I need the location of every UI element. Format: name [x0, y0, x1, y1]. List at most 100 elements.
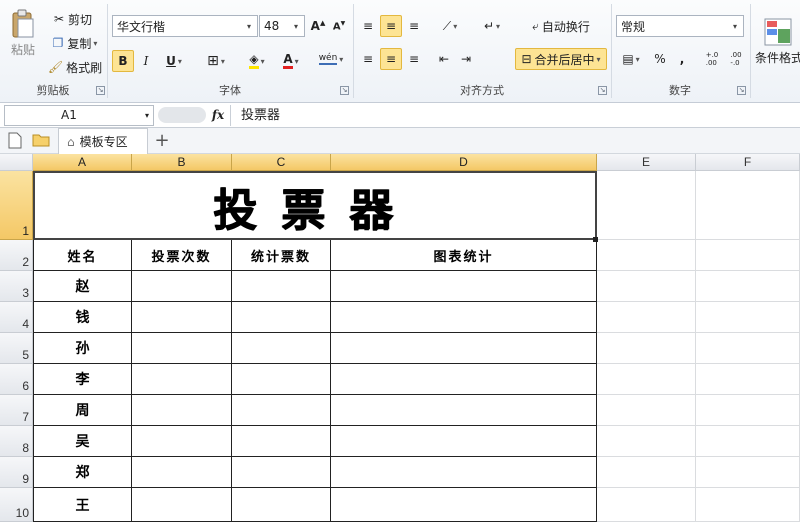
- insert-function-button[interactable]: fx: [208, 106, 228, 125]
- data-cell[interactable]: [232, 395, 331, 426]
- row-header-6[interactable]: 6: [0, 364, 33, 395]
- dialog-launcher-icon[interactable]: ↘: [737, 86, 746, 95]
- borders-button[interactable]: ⊞ ▾: [200, 50, 232, 72]
- name-cell[interactable]: 赵: [33, 271, 132, 302]
- grid-cell[interactable]: [696, 426, 800, 457]
- name-cell[interactable]: 郑: [33, 457, 132, 488]
- data-cell[interactable]: [331, 395, 597, 426]
- grid-cell[interactable]: [597, 171, 696, 240]
- select-all-corner[interactable]: [0, 154, 33, 171]
- merge-center-button[interactable]: ⊟ 合并后居中 ▾: [515, 48, 607, 70]
- paste-button[interactable]: 粘贴: [4, 4, 42, 62]
- data-cell[interactable]: [331, 302, 597, 333]
- font-name-combo[interactable]: 华文行楷 ▾: [112, 15, 258, 37]
- column-header-c[interactable]: C: [232, 154, 331, 171]
- column-title-cell[interactable]: 图表统计: [331, 240, 597, 271]
- data-cell[interactable]: [232, 302, 331, 333]
- data-cell[interactable]: [331, 364, 597, 395]
- tab-template-zone[interactable]: ⌂ 模板专区: [58, 128, 148, 154]
- name-cell[interactable]: 王: [33, 488, 132, 522]
- grid-cell[interactable]: [597, 457, 696, 488]
- italic-button[interactable]: I: [136, 50, 156, 72]
- row-header-2[interactable]: 2: [0, 240, 33, 271]
- grid-cell[interactable]: [696, 457, 800, 488]
- data-cell[interactable]: [232, 488, 331, 522]
- grid-cell[interactable]: [597, 488, 696, 522]
- fill-handle[interactable]: [593, 237, 598, 242]
- percent-button[interactable]: %: [650, 48, 670, 70]
- grid-cell[interactable]: [696, 171, 800, 240]
- column-title-cell[interactable]: 统计票数: [232, 240, 331, 271]
- formula-input[interactable]: 投票器: [230, 105, 796, 126]
- dialog-launcher-icon[interactable]: ↘: [598, 86, 607, 95]
- dialog-launcher-icon[interactable]: ↘: [340, 86, 349, 95]
- row-header-4[interactable]: 4: [0, 302, 33, 333]
- data-cell[interactable]: [331, 271, 597, 302]
- column-header-a[interactable]: A: [33, 154, 132, 171]
- fill-color-button[interactable]: ◈ ▾: [241, 50, 273, 72]
- text-direction-button[interactable]: ↵ ▾: [476, 15, 508, 37]
- grid-cell[interactable]: [597, 271, 696, 302]
- data-cell[interactable]: [232, 426, 331, 457]
- conditional-format-button[interactable]: 条件格式: [754, 6, 800, 76]
- data-cell[interactable]: [232, 364, 331, 395]
- row-header-8[interactable]: 8: [0, 426, 33, 457]
- grid-cell[interactable]: [597, 364, 696, 395]
- wrap-text-button[interactable]: ⤶ 自动换行: [515, 15, 607, 37]
- underline-button[interactable]: U ▾: [158, 50, 190, 72]
- decrease-indent-button[interactable]: ⇤: [434, 48, 454, 70]
- add-tab-button[interactable]: +: [152, 130, 172, 152]
- grid-cell[interactable]: [696, 395, 800, 426]
- row-header-10[interactable]: 10: [0, 488, 33, 522]
- data-cell[interactable]: [232, 457, 331, 488]
- data-cell[interactable]: [232, 271, 331, 302]
- name-cell[interactable]: 孙: [33, 333, 132, 364]
- data-cell[interactable]: [132, 364, 232, 395]
- open-folder-button[interactable]: [32, 133, 52, 149]
- phonetic-button[interactable]: wén ▾: [314, 48, 348, 70]
- font-size-combo[interactable]: 48 ▾: [259, 15, 305, 37]
- cut-button[interactable]: ✂ 剪切: [46, 8, 100, 30]
- data-cell[interactable]: [132, 426, 232, 457]
- data-cell[interactable]: [232, 333, 331, 364]
- new-file-button[interactable]: [8, 132, 24, 149]
- data-cell[interactable]: [132, 271, 232, 302]
- align-bottom-button[interactable]: ≡: [404, 15, 424, 37]
- title-cell[interactable]: 投票器: [33, 171, 597, 240]
- splitter-handle[interactable]: [158, 107, 206, 123]
- format-painter-button[interactable]: 🖌 格式刷: [46, 56, 104, 78]
- data-cell[interactable]: [132, 395, 232, 426]
- grid-cell[interactable]: [696, 488, 800, 522]
- orientation-button[interactable]: ⟋ ▾: [434, 15, 466, 37]
- grid-cell[interactable]: [696, 364, 800, 395]
- name-cell[interactable]: 钱: [33, 302, 132, 333]
- number-format-combo[interactable]: 常规 ▾: [616, 15, 744, 37]
- column-header-f[interactable]: F: [696, 154, 800, 171]
- column-title-cell[interactable]: 姓名: [33, 240, 132, 271]
- align-left-button[interactable]: ≡: [358, 48, 378, 70]
- grid-cell[interactable]: [597, 426, 696, 457]
- row-header-7[interactable]: 7: [0, 395, 33, 426]
- row-header-3[interactable]: 3: [0, 271, 33, 302]
- align-top-button[interactable]: ≡: [358, 15, 378, 37]
- font-color-button[interactable]: A ▾: [275, 50, 307, 72]
- comma-button[interactable]: ,: [672, 48, 692, 70]
- grid-cell[interactable]: [696, 333, 800, 364]
- data-cell[interactable]: [331, 488, 597, 522]
- data-cell[interactable]: [132, 457, 232, 488]
- row-header-1[interactable]: 1: [0, 171, 33, 240]
- grid-cell[interactable]: [597, 333, 696, 364]
- data-cell[interactable]: [331, 426, 597, 457]
- decrease-decimal-button[interactable]: .00 -.0: [724, 48, 748, 70]
- align-middle-button[interactable]: ≡: [380, 15, 402, 37]
- grid-cell[interactable]: [597, 302, 696, 333]
- column-header-d[interactable]: D: [331, 154, 597, 171]
- grid-cell[interactable]: [696, 240, 800, 271]
- grid-cell[interactable]: [696, 302, 800, 333]
- data-cell[interactable]: [331, 457, 597, 488]
- bold-button[interactable]: B: [112, 50, 134, 72]
- dialog-launcher-icon[interactable]: ↘: [96, 86, 105, 95]
- column-header-b[interactable]: B: [132, 154, 232, 171]
- name-box[interactable]: A1 ▾: [4, 105, 154, 126]
- grid-cell[interactable]: [597, 395, 696, 426]
